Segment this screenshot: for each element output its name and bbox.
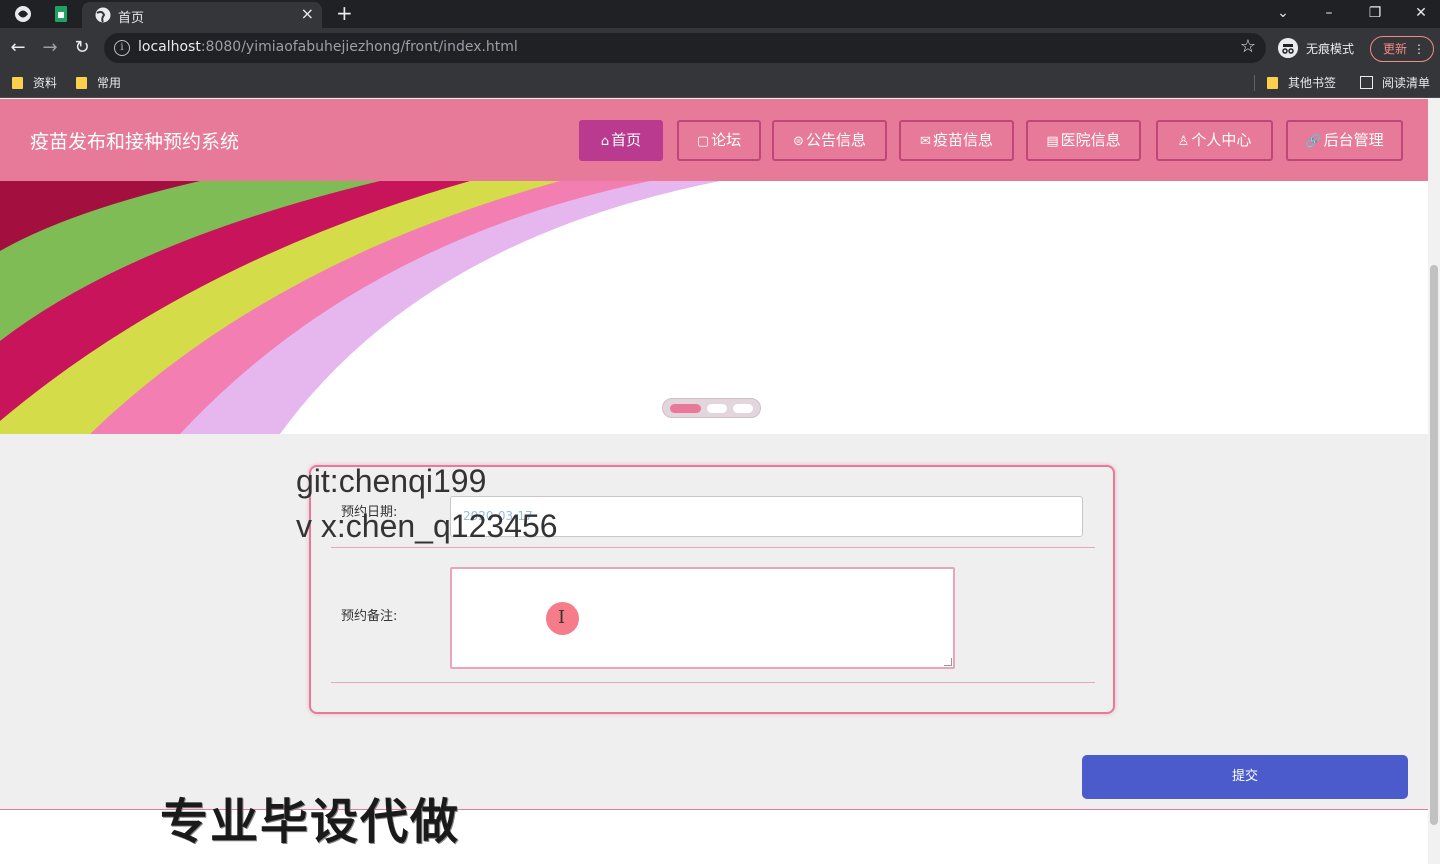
note-label: 预约备注:	[341, 609, 398, 624]
incognito-label: 无痕模式	[1306, 42, 1355, 56]
vaccine-icon: ✉	[920, 134, 931, 149]
nav-home[interactable]: ⌂ 首页	[579, 120, 663, 161]
update-button[interactable]: 更新 ⋮	[1370, 36, 1434, 62]
browser-menu-icon[interactable]	[14, 5, 32, 23]
folder-icon	[12, 77, 23, 89]
tab-title: 首页	[118, 11, 145, 26]
bookmark-folder-changyong[interactable]: 常用	[76, 74, 121, 91]
carousel-dot-2[interactable]	[707, 404, 727, 413]
browser-tabbar: 首页 × + ⌄ – ❐ ✕	[0, 0, 1440, 28]
bookmark-folder-ziliao[interactable]: 资料	[12, 74, 57, 91]
nav-user-center[interactable]: ♙ 个人中心	[1156, 120, 1273, 161]
hospital-icon: ▤	[1046, 134, 1059, 149]
reading-list[interactable]: 阅读清单	[1360, 74, 1430, 91]
close-window-button[interactable]: ✕	[1398, 0, 1440, 28]
appointment-form: 预约日期: 2020-03-17 预约备注:	[309, 465, 1115, 714]
address-bar[interactable]: i localhost:8080/yimiaofabuhejiezhong/fr…	[104, 33, 1266, 63]
globe-icon	[95, 7, 111, 23]
watermark-banner: 专业毕设代做	[160, 794, 461, 850]
other-bookmarks[interactable]: 其他书签	[1267, 74, 1336, 91]
nav-admin[interactable]: 🔗 后台管理	[1286, 120, 1403, 161]
forward-icon[interactable]: →	[36, 34, 64, 62]
scrollbar-thumb[interactable]	[1430, 265, 1438, 825]
page-content: 疫苗发布和接种预约系统 ⌂ 首页 ▢ 论坛 ⊜ 公告信息 ✉ 疫苗信息 ▤ 医院信息 ♙ 个…	[0, 99, 1428, 864]
nav-forum[interactable]: ▢ 论坛	[677, 120, 761, 161]
bookmarks-divider	[1254, 75, 1255, 91]
carousel-dot-1[interactable]	[670, 404, 701, 413]
nav-hospital[interactable]: ▤ 医院信息	[1026, 120, 1141, 161]
carousel-dot-3[interactable]	[733, 404, 753, 413]
minimize-button[interactable]: –	[1306, 0, 1352, 28]
bookmarks-bar: 资料 常用 其他书签 阅读清单	[0, 68, 1440, 98]
banner-carousel[interactable]	[0, 181, 1428, 434]
sheets-tab-icon[interactable]	[52, 5, 70, 23]
form-divider	[331, 682, 1095, 683]
user-icon: ♙	[1177, 134, 1190, 149]
text-cursor-icon: I	[558, 607, 566, 628]
site-info-icon[interactable]: i	[114, 40, 130, 56]
watermark-contact: v x:chen_q123456	[296, 508, 558, 544]
forum-icon: ▢	[696, 134, 710, 149]
browser-toolbar: ← → ↻ i localhost:8080/yimiaofabuhejiezh…	[0, 28, 1440, 68]
update-label: 更新	[1383, 42, 1408, 56]
site-header: 疫苗发布和接种预约系统 ⌂ 首页 ▢ 论坛 ⊜ 公告信息 ✉ 疫苗信息 ▤ 医院信息 ♙ 个…	[0, 99, 1428, 181]
carousel-indicators	[662, 398, 761, 418]
nav-notice[interactable]: ⊜ 公告信息	[772, 120, 887, 161]
folder-icon	[76, 77, 87, 89]
incognito-icon[interactable]	[1278, 38, 1298, 58]
nav-vaccine[interactable]: ✉ 疫苗信息	[899, 120, 1014, 161]
resize-handle[interactable]	[944, 658, 952, 666]
close-tab-icon[interactable]: ×	[301, 4, 314, 23]
url-text[interactable]: localhost:8080/yimiaofabuhejiezhong/fron…	[138, 39, 518, 55]
link-icon: 🔗	[1305, 134, 1322, 149]
page-scrollbar[interactable]	[1428, 99, 1440, 864]
watermark-git: git:chenqi199	[296, 463, 487, 499]
folder-icon	[1267, 77, 1278, 89]
more-menu-icon[interactable]: ⋮	[1413, 37, 1425, 61]
reading-list-icon	[1360, 76, 1373, 89]
home-icon: ⌂	[600, 134, 610, 149]
tab-home[interactable]: 首页 ×	[82, 2, 322, 28]
tab-search-icon[interactable]: ⌄	[1260, 0, 1306, 28]
notice-icon: ⊜	[793, 134, 804, 149]
back-icon[interactable]: ←	[4, 34, 32, 62]
submit-button[interactable]: 提交	[1082, 755, 1408, 799]
bookmark-star-icon[interactable]: ☆	[1240, 36, 1256, 57]
note-textarea[interactable]	[450, 567, 955, 669]
site-title: 疫苗发布和接种预约系统	[30, 131, 240, 153]
restore-button[interactable]: ❐	[1352, 0, 1398, 28]
reload-icon[interactable]: ↻	[68, 34, 96, 62]
form-divider	[331, 547, 1095, 548]
new-tab-button[interactable]: +	[336, 1, 353, 25]
rainbow-banner-image	[0, 181, 1428, 434]
